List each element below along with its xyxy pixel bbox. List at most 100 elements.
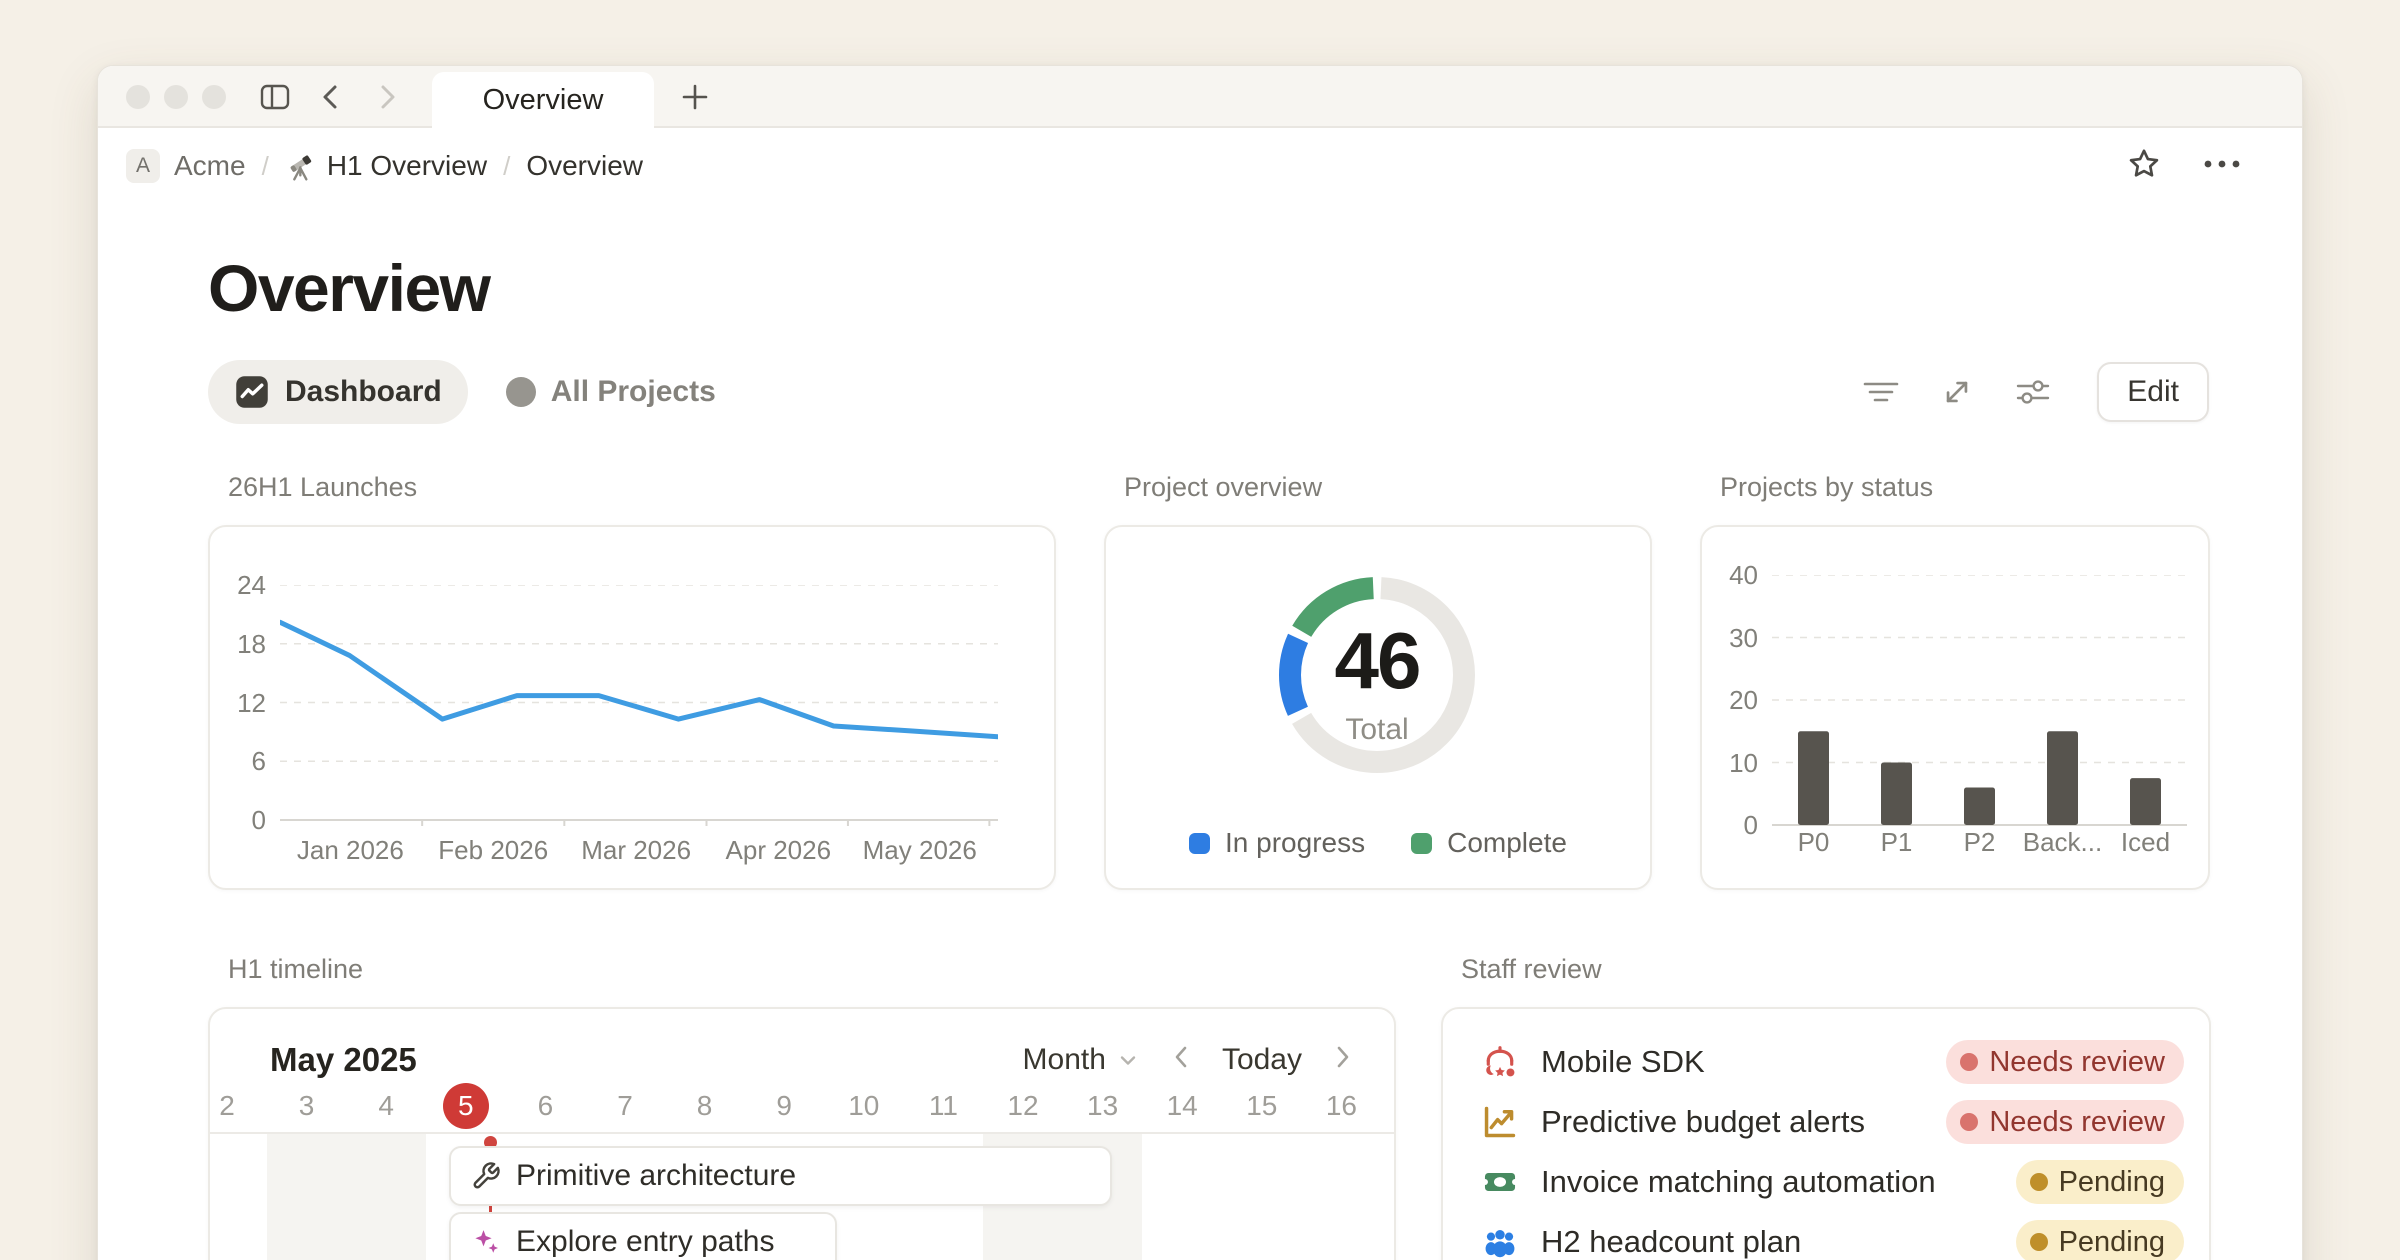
chart-increase-icon — [1481, 1103, 1519, 1141]
bar-back — [2047, 731, 2078, 825]
ellipsis-icon — [2200, 146, 2244, 182]
settings-button[interactable] — [2013, 372, 2053, 412]
timeline-view-select[interactable]: Month — [1023, 1043, 1140, 1077]
status-badge-label: Pending — [2059, 1166, 2165, 1199]
tab-dashboard[interactable]: Dashboard — [208, 360, 468, 424]
projects-by-status-section: Projects by status 010203040 P0P1P2Back.… — [1700, 472, 2210, 890]
tab-dashboard-label: Dashboard — [285, 375, 442, 409]
staff-review-row[interactable]: Invoice matching automationPending — [1481, 1152, 2184, 1212]
donut-total-label: Total — [1345, 713, 1408, 747]
project-overview-section: Project overview 46 Total In progress — [1104, 472, 1652, 890]
edit-button[interactable]: Edit — [2097, 362, 2209, 422]
complete-swatch-icon — [1411, 833, 1432, 854]
tab-all-projects-label: All Projects — [551, 375, 716, 409]
sliders-icon — [2013, 372, 2053, 412]
timeline-card-title: H1 timeline — [228, 954, 1396, 985]
timeline-day[interactable]: 14 — [1142, 1090, 1222, 1122]
timeline-body: Primitive architecture Explore entry path… — [210, 1134, 1394, 1260]
timeline-date-row: 2345678910111213141516 — [210, 1082, 1394, 1134]
favorite-button[interactable] — [2126, 146, 2162, 187]
timeline-day[interactable]: 13 — [1063, 1090, 1143, 1122]
timeline-section: H1 timeline May 2025 Month — [208, 954, 1396, 1260]
status-badge: Pending — [2016, 1160, 2184, 1204]
breadcrumb-separator: / — [503, 151, 510, 182]
timeline-item[interactable]: Primitive architecture — [449, 1146, 1112, 1206]
breadcrumb-current[interactable]: Overview — [526, 150, 643, 182]
back-button[interactable] — [314, 80, 348, 114]
traffic-light-zoom-button[interactable] — [202, 85, 226, 109]
timeline-card: May 2025 Month — [208, 1007, 1396, 1260]
timeline-day[interactable]: 12 — [983, 1090, 1063, 1122]
timeline-day[interactable]: 3 — [267, 1090, 347, 1122]
filter-button[interactable] — [1861, 372, 1901, 412]
y-axis-tick-label: 6 — [214, 746, 266, 777]
traffic-light-close-button[interactable] — [126, 85, 150, 109]
banknote-icon — [1481, 1163, 1519, 1201]
tab-title: Overview — [483, 84, 604, 117]
status-dot-icon — [1960, 1053, 1978, 1071]
timeline-prev-button[interactable] — [1170, 1042, 1192, 1079]
timeline-day[interactable]: 10 — [824, 1090, 904, 1122]
timeline-day[interactable]: 11 — [903, 1090, 983, 1122]
staff-review-section: Staff review Mobile SDKNeeds reviewPredi… — [1441, 954, 2211, 1260]
new-tab-button[interactable] — [678, 80, 712, 114]
sparkles-icon — [471, 1227, 501, 1257]
donut-legend: In progress Complete — [1106, 827, 1650, 859]
timeline-next-button[interactable] — [1332, 1042, 1354, 1079]
launches-line-chart — [280, 585, 998, 826]
tab-overview[interactable]: Overview — [432, 72, 654, 128]
more-options-button[interactable] — [2200, 146, 2244, 187]
x-axis-tick-label: Iced — [2086, 827, 2206, 858]
status-dot-icon — [2030, 1173, 2048, 1191]
traffic-light-minimize-button[interactable] — [164, 85, 188, 109]
timeline-day[interactable]: 8 — [665, 1090, 745, 1122]
carousel-icon — [1481, 1043, 1519, 1081]
staff-item-label: Predictive budget alerts — [1541, 1104, 1865, 1140]
status-badge: Needs review — [1946, 1100, 2184, 1144]
staff-review-row[interactable]: H2 headcount planPending — [1481, 1212, 2184, 1260]
timeline-day-today[interactable]: 5 — [426, 1090, 506, 1122]
y-axis-tick-label: 40 — [1706, 560, 1758, 591]
timeline-view-label: Month — [1023, 1043, 1106, 1077]
timeline-day[interactable]: 16 — [1301, 1090, 1381, 1122]
shaded-day-band — [267, 1134, 426, 1260]
staff-review-row[interactable]: Mobile SDKNeeds review — [1481, 1032, 2184, 1092]
status-badge: Needs review — [1946, 1040, 2184, 1084]
timeline-day[interactable]: 6 — [505, 1090, 585, 1122]
chevron-right-icon — [1332, 1043, 1354, 1071]
sidebar-toggle-button[interactable] — [258, 80, 292, 114]
timeline-day[interactable]: 9 — [744, 1090, 824, 1122]
expand-button[interactable] — [1937, 372, 1977, 412]
chevron-left-icon — [316, 82, 346, 112]
filter-icon — [1861, 372, 1901, 412]
status-dot-icon — [1960, 1113, 1978, 1131]
legend-item-in-progress: In progress — [1189, 827, 1365, 859]
x-axis-tick-label: Jan 2026 — [270, 835, 430, 866]
timeline-day[interactable]: 4 — [346, 1090, 426, 1122]
status-badge-label: Needs review — [1989, 1046, 2165, 1079]
status-badge-label: Pending — [2059, 1226, 2165, 1259]
timeline-day[interactable]: 15 — [1222, 1090, 1302, 1122]
timeline-day[interactable]: 2 — [208, 1090, 267, 1122]
timeline-today-button[interactable]: Today — [1222, 1043, 1302, 1077]
x-axis-tick-label: May 2026 — [840, 835, 1000, 866]
status-card-title: Projects by status — [1720, 472, 2210, 503]
view-toolbar: Edit — [1861, 362, 2209, 422]
status-badge: Pending — [2016, 1220, 2184, 1260]
tab-all-projects[interactable]: All Projects — [486, 360, 736, 424]
breadcrumb-parent[interactable]: H1 Overview — [327, 150, 487, 182]
timeline-item[interactable]: Explore entry paths — [449, 1212, 837, 1260]
bar-iced — [2130, 778, 2161, 825]
timeline-item-label: Primitive architecture — [516, 1159, 796, 1193]
breadcrumb-separator: / — [262, 151, 269, 182]
y-axis-tick-label: 24 — [214, 570, 266, 601]
y-axis-tick-label: 12 — [214, 688, 266, 719]
donut-center: 46 Total — [1267, 571, 1487, 791]
forward-button[interactable] — [370, 80, 404, 114]
breadcrumb-workspace[interactable]: Acme — [174, 150, 246, 182]
bar-p1 — [1881, 763, 1912, 826]
workspace-avatar[interactable]: A — [126, 149, 160, 183]
staff-review-row[interactable]: Predictive budget alerts Needs review — [1481, 1092, 2184, 1152]
chevron-left-icon — [1170, 1043, 1192, 1071]
timeline-day[interactable]: 7 — [585, 1090, 665, 1122]
